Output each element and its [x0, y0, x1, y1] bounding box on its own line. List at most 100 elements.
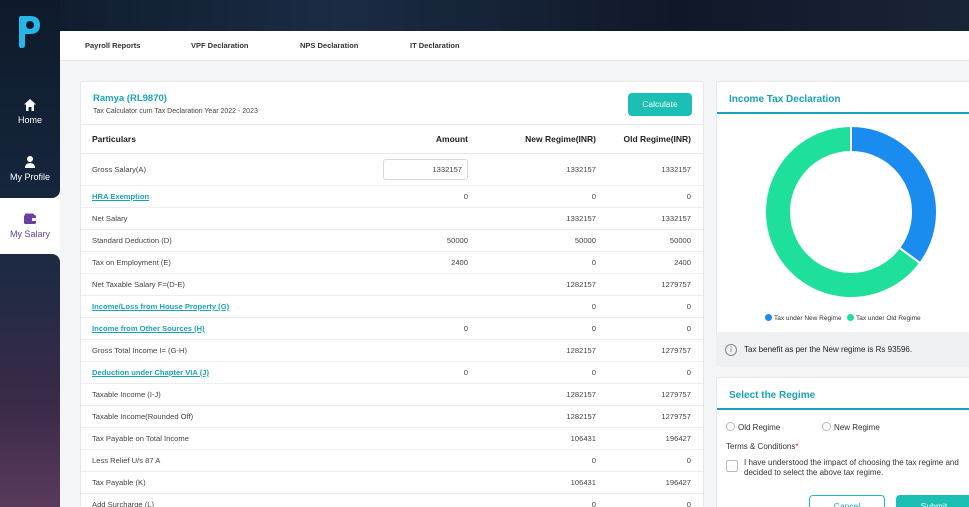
- employee-header: Ramya (RL9870) Tax Calculator cum Tax De…: [93, 93, 258, 115]
- sidebar-item-my-salary[interactable]: My Salary: [0, 212, 60, 239]
- panel-title: Select the Regime: [717, 378, 969, 410]
- sidebar-item-my-profile[interactable]: My Profile: [0, 155, 60, 182]
- old-regime-cell: 0: [596, 493, 703, 507]
- old-regime-cell: 2400: [596, 251, 703, 274]
- old-regime-cell: 0: [596, 295, 703, 318]
- table-row: Less Relief U/s 87 A 00: [81, 449, 703, 472]
- submit-button[interactable]: Submit: [896, 495, 969, 507]
- agree-checkbox[interactable]: [726, 460, 738, 472]
- sidebar-item-label: My Salary: [9, 229, 50, 239]
- amount-cell: 0: [383, 317, 486, 340]
- terms-label: Terms & Conditions: [726, 442, 796, 451]
- new-regime-cell: 0: [486, 449, 596, 472]
- table-row: Gross Salary(A) 1332157 1332157 1332157: [81, 153, 703, 186]
- top-banner: [0, 0, 969, 31]
- new-regime-cell: 0: [486, 317, 596, 340]
- tax-benefit-text: Tax benefit as per the New regime is Rs …: [744, 345, 913, 354]
- table-row: Tax Payable on Total Income 106431 196427: [81, 427, 703, 450]
- new-regime-cell: 1332157: [486, 207, 596, 230]
- table-header-row: Particulars Amount New Regime(INR) Old R…: [81, 124, 703, 154]
- info-icon: i: [725, 344, 737, 356]
- table-row: Taxable Income(Rounded Off) 1282157 127975…: [81, 405, 703, 428]
- legend-label-new: Tax under New Regime: [774, 315, 842, 322]
- legend-label-old: Tax under Old Regime: [855, 315, 921, 322]
- cancel-button[interactable]: Cancel: [809, 495, 885, 507]
- gross-salary-input[interactable]: 1332157: [383, 159, 468, 180]
- amount-cell: [383, 427, 486, 450]
- legend-swatch-new: [765, 314, 772, 321]
- tax-benefit-banner: i Tax benefit as per the New regime is R…: [716, 332, 969, 367]
- amount-cell: [383, 471, 486, 494]
- employee-name: Ramya (RL9870): [93, 93, 167, 104]
- table-row: Net Salary 1332157 1332157: [81, 207, 703, 230]
- particular-label: Net Salary: [81, 207, 383, 230]
- particular-label: Tax Payable on Total Income: [81, 427, 383, 450]
- old-regime-cell: 1332157: [596, 207, 703, 230]
- sidebar-item-home[interactable]: Home: [0, 98, 60, 125]
- calculator-subtitle: Tax Calculator cum Tax Declaration Year …: [93, 108, 258, 115]
- old-regime-label: Old Regime: [738, 423, 781, 432]
- legend-swatch-old: [846, 314, 854, 321]
- particular-label: Tax Payable (K): [81, 471, 383, 494]
- particular-label: Tax on Employment (E): [81, 251, 383, 274]
- new-regime-radio[interactable]: New Regime: [822, 422, 880, 432]
- table-row: Add Surcharge (L) 0 0: [81, 493, 703, 507]
- table-row: Tax Payable (K) 106431 196427: [81, 471, 703, 494]
- particular-label: Gross Total Income I= (G-H): [81, 339, 383, 362]
- home-icon: [24, 99, 36, 111]
- sidebar-bottom-panel: [0, 254, 60, 507]
- brand-logo-icon[interactable]: [16, 14, 42, 50]
- amount-cell: [383, 383, 486, 406]
- amount-cell: 50000: [383, 229, 486, 252]
- amount-cell: 1332157: [383, 153, 486, 186]
- amount-cell: [383, 207, 486, 230]
- particular-link[interactable]: Income from Other Sources (H): [81, 317, 383, 340]
- table-row: Taxable Income (I-J) 1282157 1279757: [81, 383, 703, 406]
- table-row: Standard Deduction (D) 50000 50000 50000: [81, 229, 703, 252]
- column-header-new-regime: New Regime(INR): [486, 124, 596, 154]
- old-regime-cell: 1279757: [596, 405, 703, 428]
- calculate-button[interactable]: Calculate: [628, 93, 692, 116]
- amount-cell: 0: [383, 185, 486, 208]
- select-regime-panel: Select the Regime Old Regime New Regime …: [716, 377, 969, 507]
- radio-circle[interactable]: [822, 422, 831, 431]
- particular-label: Net Taxable Salary F=(D-E): [81, 273, 383, 296]
- tab-nps-declaration[interactable]: NPS Declaration: [300, 41, 358, 50]
- table-row: Gross Total Income I= (G-H) 1282157 127975…: [81, 339, 703, 362]
- tab-vpf-declaration[interactable]: VPF Declaration: [191, 41, 249, 50]
- table-row: Tax on Employment (E) 2400 0 2400: [81, 251, 703, 274]
- tab-payroll-reports[interactable]: Payroll Reports: [85, 41, 140, 50]
- income-tax-declaration-panel: Income Tax Declaration Tax under New Reg…: [716, 81, 969, 367]
- old-regime-cell: 50000: [596, 229, 703, 252]
- particular-label: Taxable Income (I-J): [81, 383, 383, 406]
- regime-donut-chart: [764, 124, 938, 299]
- table-row: Net Taxable Salary F=(D-E) 1282157 1279757: [81, 273, 703, 296]
- old-regime-radio[interactable]: Old Regime: [726, 422, 780, 432]
- particular-label: Standard Deduction (D): [81, 229, 383, 252]
- old-regime-cell: 1279757: [596, 273, 703, 296]
- table-row: Income/Loss from House Property (G) 0 0: [81, 295, 703, 318]
- tab-it-declaration[interactable]: IT Declaration: [410, 41, 460, 50]
- old-regime-cell: 196427: [596, 471, 703, 494]
- radio-circle[interactable]: [726, 422, 735, 431]
- particular-link[interactable]: Income/Loss from House Property (G): [81, 295, 383, 318]
- particular-label: Gross Salary(A): [81, 153, 383, 186]
- terms-heading: Terms & Conditions*: [726, 442, 798, 451]
- amount-cell: [383, 405, 486, 428]
- old-regime-cell: 0: [596, 361, 703, 384]
- new-regime-cell: 0: [486, 493, 596, 507]
- new-regime-cell: 106431: [486, 427, 596, 450]
- slice-new-regime[interactable]: [850, 124, 938, 265]
- amount-cell: [383, 449, 486, 472]
- old-regime-cell: 0: [596, 317, 703, 340]
- column-header-old-regime: Old Regime(INR): [596, 124, 703, 154]
- tax-calculator-card: Ramya (RL9870) Tax Calculator cum Tax De…: [80, 81, 704, 507]
- amount-cell: [383, 493, 486, 507]
- new-regime-cell: 0: [486, 361, 596, 384]
- new-regime-label: New Regime: [834, 423, 880, 432]
- particular-link[interactable]: HRA Exemption: [81, 185, 383, 208]
- new-regime-cell: 1282157: [486, 339, 596, 362]
- particular-link[interactable]: Deduction under Chapter VIA (J): [81, 361, 383, 384]
- new-regime-cell: 1332157: [486, 153, 596, 186]
- amount-cell: 0: [383, 361, 486, 384]
